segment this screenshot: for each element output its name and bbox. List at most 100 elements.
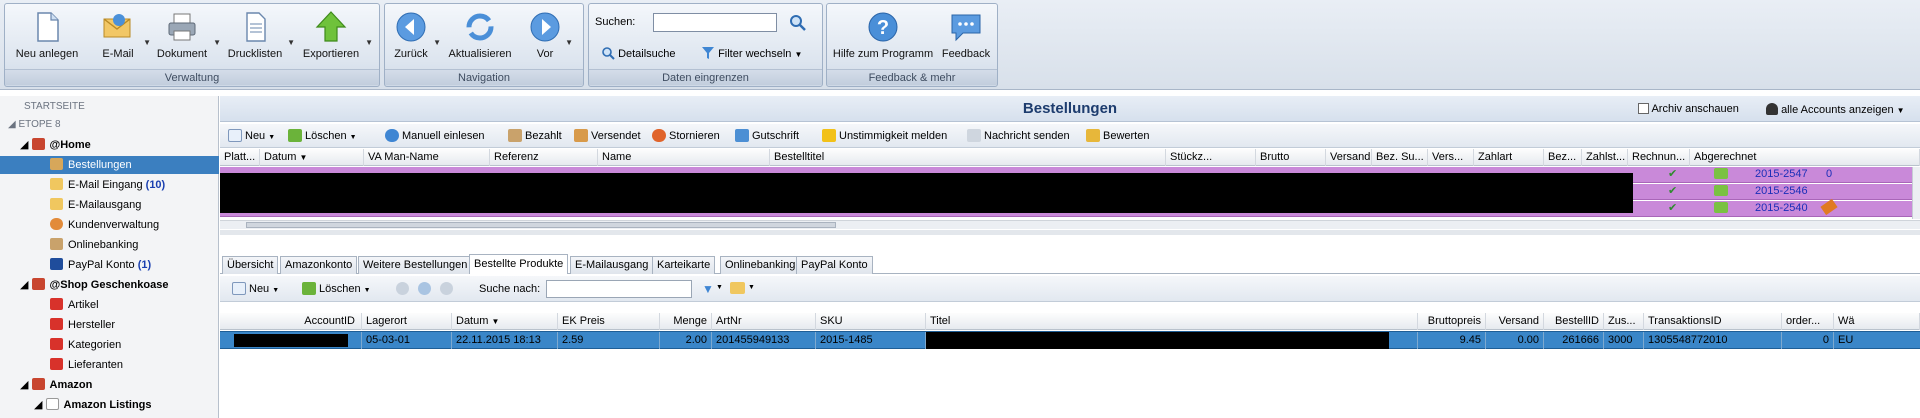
chevron-down-icon[interactable]: ▼ [748, 284, 755, 291]
new-button[interactable]: Neu anlegen [11, 10, 83, 70]
chevron-down-icon[interactable]: ▼ [287, 38, 295, 47]
filter-icon[interactable]: ▼ [702, 282, 714, 296]
paid-button[interactable]: Bezahlt [508, 128, 562, 144]
new-order-button[interactable]: Neu ▼ [228, 128, 275, 144]
col-va-man-name[interactable]: VA Man-Name [364, 149, 490, 166]
chevron-down-icon[interactable]: ▼ [213, 38, 221, 47]
sidebar-item-kategorien[interactable]: Kategorien [50, 336, 121, 354]
send-message-button[interactable]: Nachricht senden [967, 128, 1070, 144]
col-titel[interactable]: Titel [926, 313, 1418, 330]
col-order[interactable]: order... [1782, 313, 1834, 330]
col-datum[interactable]: Datum ▼ [452, 313, 558, 330]
sidebar-item-email-ausgang[interactable]: E-Mailausgang [50, 196, 141, 214]
filter-switch-button[interactable]: Filter wechseln ▼ [701, 46, 802, 60]
col-sku[interactable]: SKU [816, 313, 926, 330]
tab-weitere-bestellungen[interactable]: Weitere Bestellungen [358, 256, 473, 274]
col-versand[interactable]: Versand [1486, 313, 1544, 330]
col-brutto[interactable]: Brutto [1256, 149, 1326, 166]
cancel-order-button[interactable]: Stornieren [652, 128, 720, 144]
refresh-button[interactable]: Aktualisieren [443, 10, 517, 70]
col-bruttopreis[interactable]: Bruttopreis [1418, 313, 1486, 330]
sidebar-item-lieferanten[interactable]: Lieferanten [50, 356, 123, 374]
col-bestelltitel[interactable]: Bestelltitel [770, 149, 1166, 166]
horizontal-scrollbar[interactable] [220, 220, 1920, 229]
search-input[interactable] [653, 13, 777, 32]
col-ek-preis[interactable]: EK Preis [558, 313, 660, 330]
shipped-button[interactable]: Versendet [574, 128, 641, 144]
invoice-link[interactable]: 2015-2546 [1755, 185, 1808, 197]
email-button[interactable]: E-Mail ▼ [93, 10, 151, 70]
checkbox-box[interactable] [1638, 103, 1649, 114]
sidebar-item-artikel[interactable]: Artikel [50, 296, 99, 314]
splitter[interactable] [220, 230, 1920, 235]
sidebar-item-hersteller[interactable]: Hersteller [50, 316, 115, 334]
vertical-scrollbar[interactable] [1912, 167, 1920, 219]
feedback-button[interactable]: Feedback [939, 10, 993, 70]
col-abgerechnet[interactable]: Abgerechnet [1690, 149, 1920, 166]
manual-import-button[interactable]: Manuell einlesen [385, 128, 485, 144]
col-name[interactable]: Name [598, 149, 770, 166]
tab-karteikarte[interactable]: Karteikarte [652, 256, 716, 274]
print-lists-button[interactable]: Drucklisten ▼ [223, 10, 295, 70]
sidebar-root[interactable]: ◢ ETOPE 8 [8, 116, 61, 134]
tab-amazonkonto[interactable]: Amazonkonto [280, 256, 358, 274]
nav-forward-icon[interactable] [440, 282, 453, 295]
col-versandart[interactable]: Vers... [1428, 149, 1474, 166]
col-stueckzahl[interactable]: Stückz... [1166, 149, 1256, 166]
col-accountid[interactable]: AccountID [220, 313, 362, 330]
invoice-link[interactable]: 2015-2547 [1755, 168, 1808, 180]
chevron-down-icon[interactable]: ▼ [433, 38, 441, 47]
sidebar-shop[interactable]: ◢ @Shop Geschenkoase [20, 276, 168, 294]
tab-email-ausgang[interactable]: E-Mailausgang [570, 256, 654, 274]
all-accounts-dropdown[interactable]: alle Accounts anzeigen ▼ [1766, 103, 1905, 116]
sidebar-amazon-listings[interactable]: ◢ Amazon Listings [34, 396, 152, 414]
new-product-button[interactable]: Neu ▼ [232, 281, 279, 297]
col-referenz[interactable]: Referenz [490, 149, 598, 166]
rate-button[interactable]: Bewerten [1086, 128, 1149, 144]
col-rechnung[interactable]: Rechnun... [1628, 149, 1690, 166]
sidebar-item-paypal[interactable]: PayPal Konto (1) [50, 256, 151, 274]
chevron-down-icon[interactable]: ▼ [716, 284, 723, 291]
delete-order-button[interactable]: Löschen ▼ [288, 128, 357, 144]
sidebar-amazon[interactable]: ◢ Amazon [20, 376, 92, 394]
back-button[interactable]: Zurück ▼ [389, 10, 441, 70]
col-transaktionsid[interactable]: TransaktionsID [1644, 313, 1782, 330]
credit-note-button[interactable]: Gutschrift [735, 128, 799, 144]
col-zahlstatus[interactable]: Zahlst... [1582, 149, 1628, 166]
table-row[interactable]: 05-03-01 22.11.2015 18:13 2.59 2.00 2014… [220, 331, 1920, 349]
col-bestellid[interactable]: BestellID [1544, 313, 1604, 330]
tab-uebersicht[interactable]: Übersicht [222, 256, 279, 274]
tab-onlinebanking[interactable]: Onlinebanking [720, 256, 801, 274]
sidebar-startseite[interactable]: STARTSEITE [24, 98, 85, 116]
search-icon[interactable] [789, 14, 807, 32]
invoice-link[interactable]: 2015-2540 [1755, 202, 1808, 214]
col-lagerort[interactable]: Lagerort [362, 313, 452, 330]
product-search-input[interactable] [546, 280, 692, 298]
detail-search-button[interactable]: Detailsuche [601, 46, 676, 60]
sidebar-item-kundenverwaltung[interactable]: Kundenverwaltung [50, 216, 159, 234]
col-waehrung[interactable]: Wä [1834, 313, 1920, 330]
col-bezahlt[interactable]: Bez... [1544, 149, 1582, 166]
col-menge[interactable]: Menge [660, 313, 712, 330]
col-bez-summe[interactable]: Bez. Su... [1372, 149, 1428, 166]
envelope-icon[interactable] [730, 282, 745, 294]
forward-button[interactable]: Vor ▼ [525, 10, 573, 70]
col-platform[interactable]: Platt... [220, 149, 260, 166]
delete-product-button[interactable]: Löschen ▼ [302, 281, 371, 297]
col-zahlart[interactable]: Zahlart [1474, 149, 1544, 166]
col-versand[interactable]: Versand [1326, 149, 1372, 166]
col-datum[interactable]: Datum ▼ [260, 149, 364, 166]
chevron-down-icon[interactable]: ▼ [365, 38, 373, 47]
scrollbar-thumb[interactable] [246, 222, 836, 228]
col-artnr[interactable]: ArtNr [712, 313, 816, 330]
report-discrepancy-button[interactable]: Unstimmigkeit melden [822, 128, 947, 144]
sidebar-item-onlinebanking[interactable]: Onlinebanking [50, 236, 138, 254]
sidebar-home[interactable]: ◢ @Home [20, 136, 91, 154]
chevron-down-icon[interactable]: ▼ [143, 38, 151, 47]
archive-checkbox[interactable]: Archiv anschauen [1638, 103, 1739, 115]
export-button[interactable]: Exportieren ▼ [297, 10, 373, 70]
refresh-icon[interactable] [418, 282, 431, 295]
sidebar-item-bestellungen[interactable]: Bestellungen [0, 156, 219, 174]
col-zusatz[interactable]: Zus... [1604, 313, 1644, 330]
chevron-down-icon[interactable]: ▼ [565, 38, 573, 47]
